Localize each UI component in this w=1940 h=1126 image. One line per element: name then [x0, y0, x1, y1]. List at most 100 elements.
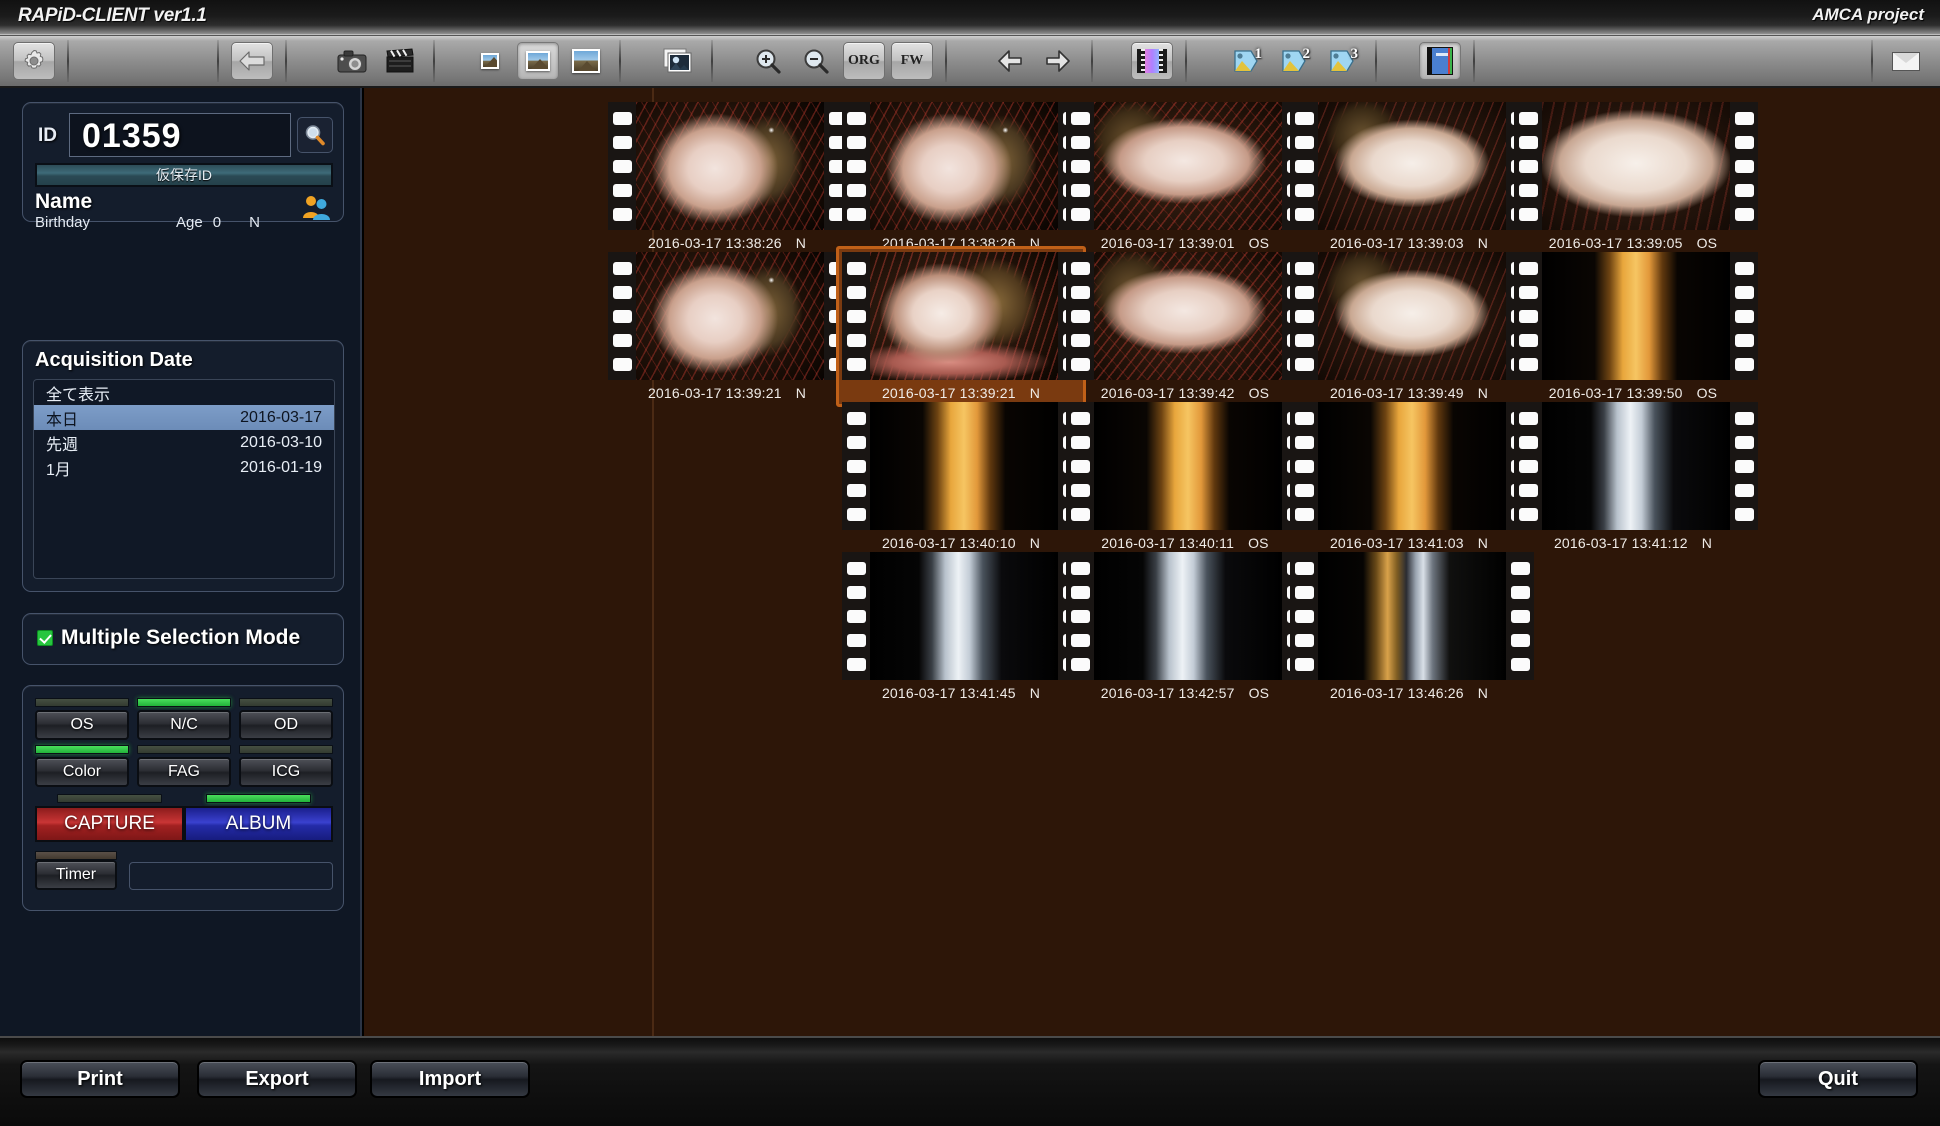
fw-button[interactable]: FW [891, 42, 933, 80]
thumbnail-film-frame[interactable] [1290, 252, 1534, 380]
acquisition-date-row[interactable]: 1月 2016-01-19 [34, 455, 334, 480]
print-button[interactable]: Print [20, 1060, 180, 1098]
mode-button-icg[interactable]: ICG [239, 757, 333, 787]
film-strip-button[interactable] [1131, 42, 1173, 80]
quit-button[interactable]: Quit [1758, 1060, 1918, 1098]
thumbnail-cell[interactable]: 2016-03-17 13:39:21 N [602, 246, 852, 407]
thumbnail-cell[interactable]: 2016-03-17 13:38:26 N [836, 96, 1086, 257]
thumbnail-cell[interactable]: 2016-03-17 13:39:50 OS [1508, 246, 1758, 407]
thumbnail-cell[interactable]: 2016-03-17 13:41:03 N [1284, 396, 1534, 557]
eye-image[interactable] [870, 552, 1058, 680]
eye-image[interactable] [1094, 552, 1282, 680]
album-button[interactable]: ALBUM [184, 806, 333, 842]
acquisition-date-list[interactable]: 全て表示 本日 2016-03-17 先週 2016-03-10 1月 2016-01-19 [33, 379, 335, 579]
eye-image[interactable] [870, 402, 1058, 530]
view-small-button[interactable] [469, 42, 511, 80]
thumbnail-cell[interactable]: 2016-03-17 13:40:11 OS [1060, 396, 1310, 557]
thumbnail-film-frame[interactable] [1066, 552, 1310, 680]
capture-button[interactable]: CAPTURE [35, 806, 184, 842]
eye-image[interactable] [1094, 402, 1282, 530]
eye-image[interactable] [870, 252, 1058, 380]
acquisition-date-row[interactable]: 先週 2016-03-10 [34, 430, 334, 455]
tag-1-button[interactable]: 1 [1225, 42, 1267, 80]
eye-image[interactable] [1094, 102, 1282, 230]
thumbnail-cell[interactable]: 2016-03-17 13:39:01 OS [1060, 96, 1310, 257]
back-button[interactable] [231, 42, 273, 80]
tag-3-button[interactable]: 3 [1321, 42, 1363, 80]
eye-image[interactable] [1318, 252, 1506, 380]
eye-image[interactable] [1094, 252, 1282, 380]
id-input[interactable]: 01359 [69, 113, 291, 157]
export-button[interactable]: Export [197, 1060, 357, 1098]
acquisition-date-row[interactable]: 全て表示 [34, 380, 334, 405]
thumbnail-film-frame[interactable] [1066, 102, 1310, 230]
thumbnail-cell[interactable]: 2016-03-17 13:39:05 OS [1508, 96, 1758, 257]
mode-button-fag[interactable]: FAG [137, 757, 231, 787]
temp-save-id-button[interactable]: 仮保存ID [35, 163, 333, 187]
thumbnail-cell[interactable]: 2016-03-17 13:39:42 OS [1060, 246, 1310, 407]
prev-image-button[interactable] [989, 42, 1031, 80]
thumbnail-cell[interactable]: 2016-03-17 13:41:12 N [1508, 396, 1758, 557]
eye-image[interactable] [636, 252, 824, 380]
mode-button-od[interactable]: OD [239, 710, 333, 740]
film-perforation-hole [1510, 585, 1530, 599]
mode-button-os[interactable]: OS [35, 710, 129, 740]
thumbnail-cell[interactable]: 2016-03-17 13:41:45 N [836, 546, 1086, 707]
id-search-button[interactable] [297, 117, 333, 153]
next-image-button[interactable] [1037, 42, 1079, 80]
tag-2-button[interactable]: 2 [1273, 42, 1315, 80]
mode-button-n-c[interactable]: N/C [137, 710, 231, 740]
eye-image[interactable] [1542, 102, 1730, 230]
thumbnail-cell[interactable]: 2016-03-17 13:39:49 N [1284, 246, 1534, 407]
eye-image[interactable] [636, 102, 824, 230]
mail-button[interactable] [1885, 42, 1927, 80]
thumbnail-film-frame[interactable] [1290, 102, 1534, 230]
thumbnail-film-frame[interactable] [1514, 402, 1758, 530]
thumbnail-cell-selected[interactable]: 2016-03-17 13:39:21 N [836, 246, 1086, 407]
eye-image[interactable] [870, 102, 1058, 230]
thumbnail-cell[interactable]: 2016-03-17 13:38:26 N [602, 96, 852, 257]
movie-button[interactable] [379, 42, 421, 80]
thumbnail-cell[interactable]: 2016-03-17 13:46:26 N [1284, 546, 1534, 707]
view-medium-button[interactable] [517, 42, 559, 80]
zoom-out-button[interactable] [795, 42, 837, 80]
thumbnail-film-frame[interactable] [1066, 402, 1310, 530]
settings-button[interactable] [13, 42, 55, 80]
thumbnail-film-frame[interactable] [842, 552, 1086, 680]
import-button[interactable]: Import [370, 1060, 530, 1098]
thumbnail-grid[interactable]: 2016-03-17 13:38:26 N 2016-03-17 13:38:26 N… [364, 88, 1940, 1036]
eye-image[interactable] [1318, 552, 1506, 680]
org-button[interactable]: ORG [843, 42, 885, 80]
timer-input[interactable] [129, 862, 333, 890]
thumbnail-film-frame[interactable] [1066, 252, 1310, 380]
thumbnail-film-frame[interactable] [842, 102, 1086, 230]
thumbnail-cell[interactable]: 2016-03-17 13:42:57 OS [1060, 546, 1310, 707]
timer-button[interactable]: Timer [35, 860, 117, 890]
thumbnail-film-frame[interactable] [1514, 252, 1758, 380]
camera-capture-button[interactable] [331, 42, 373, 80]
photo-stack-button[interactable] [657, 42, 699, 80]
eye-image[interactable] [1542, 252, 1730, 380]
thumbnail-film-frame[interactable] [608, 252, 852, 380]
mode-cell: Color [35, 745, 129, 787]
album-button-toolbar[interactable] [1419, 42, 1461, 80]
multiple-selection-checkbox[interactable] [37, 630, 53, 646]
view-large-button[interactable] [565, 42, 607, 80]
eye-image[interactable] [1318, 402, 1506, 530]
acquisition-date-row[interactable]: 本日 2016-03-17 [34, 405, 334, 430]
thumbnail-film-frame[interactable] [608, 102, 852, 230]
thumbnail-film-frame[interactable] [842, 402, 1086, 530]
thumbnail-film-frame[interactable] [1290, 552, 1534, 680]
person-group-icon[interactable] [301, 193, 331, 221]
thumbnail-film-frame[interactable] [1514, 102, 1758, 230]
thumbnail-film-frame[interactable] [842, 252, 1086, 380]
thumbnail-cell[interactable]: 2016-03-17 13:39:03 N [1284, 96, 1534, 257]
thumbnail-film-frame[interactable] [1290, 402, 1534, 530]
film-perforation-hole [1294, 135, 1314, 149]
zoom-in-button[interactable] [747, 42, 789, 80]
thumbnail-cell[interactable]: 2016-03-17 13:40:10 N [836, 396, 1086, 557]
eye-image[interactable] [1542, 402, 1730, 530]
multiple-selection-mode-panel[interactable]: Multiple Selection Mode [22, 613, 344, 665]
eye-image[interactable] [1318, 102, 1506, 230]
mode-button-color[interactable]: Color [35, 757, 129, 787]
